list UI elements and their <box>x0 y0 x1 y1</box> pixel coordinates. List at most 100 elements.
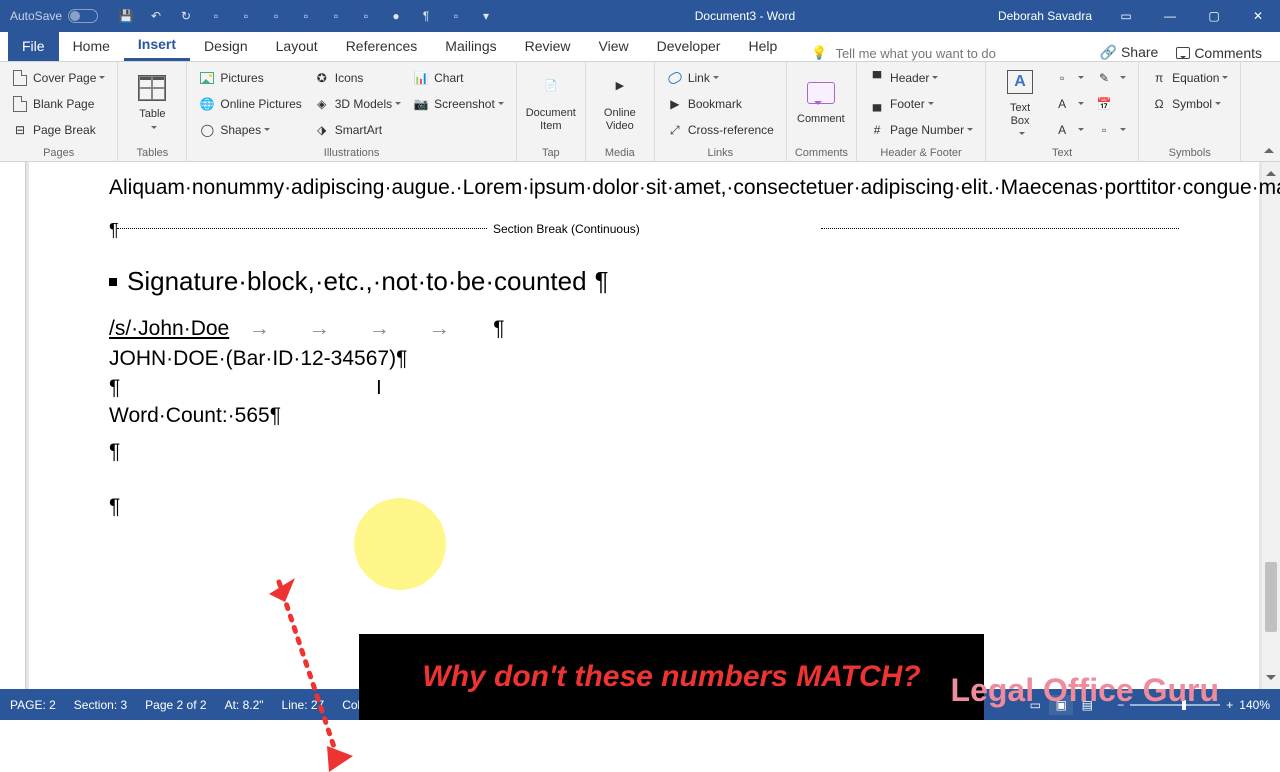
tab-insert[interactable]: Insert <box>124 31 190 61</box>
lightbulb-icon: 💡 <box>811 45 827 61</box>
qat-icon[interactable]: ¶ <box>418 8 434 24</box>
cover-page-button[interactable]: Cover Page <box>8 66 109 90</box>
status-section[interactable]: Section: 3 <box>74 698 127 712</box>
icons-button[interactable]: ✪Icons <box>310 66 405 90</box>
scroll-thumb[interactable] <box>1265 562 1277 632</box>
page-number-button[interactable]: #Page Number <box>865 118 977 142</box>
chart-button[interactable]: 📊Chart <box>409 66 508 90</box>
scroll-down-icon[interactable] <box>1266 675 1276 685</box>
tab-mailings[interactable]: Mailings <box>431 31 510 61</box>
group-label: Text <box>994 145 1130 159</box>
section-break: ¶ Section Break (Continuous) <box>109 222 1179 242</box>
share-button[interactable]: 🔗 Share <box>1100 44 1159 61</box>
user-name[interactable]: Deborah Savadra <box>986 9 1104 23</box>
titlebar: AutoSave 💾 ↶ ↻ ▫ ▫ ▫ ▫ ▫ ▫ ● ¶ ▫ ▾ Docum… <box>0 0 1280 32</box>
signature-line: /s/·John·Doe → → → → ¶ <box>109 317 1179 341</box>
open-icon[interactable]: ▫ <box>238 8 254 24</box>
autosave[interactable]: AutoSave <box>0 9 108 23</box>
status-page-of[interactable]: Page 2 of 2 <box>145 698 206 712</box>
comments-button[interactable]: Comments <box>1176 45 1262 61</box>
cross-reference-button[interactable]: ⤢Cross-reference <box>663 118 778 142</box>
drop-cap-button[interactable]: A <box>1050 118 1088 142</box>
qat-icon[interactable]: ▫ <box>448 8 464 24</box>
tab-design[interactable]: Design <box>190 31 262 61</box>
ribbon-options-icon[interactable]: ▭ <box>1104 0 1148 32</box>
group-label: Pages <box>8 145 109 159</box>
signature-line-button[interactable]: ✎ <box>1092 66 1130 90</box>
shapes-button[interactable]: ◯Shapes <box>195 118 305 142</box>
annotation-banner: Why don't these numbers MATCH? <box>359 634 984 720</box>
word-count-line: Word·Count:·565¶ <box>109 402 1179 430</box>
empty-para: ¶ <box>109 438 1179 466</box>
tab-view[interactable]: View <box>585 31 643 61</box>
bookmark-button[interactable]: ▶Bookmark <box>663 92 778 116</box>
models-button[interactable]: ◈3D Models <box>310 92 405 116</box>
page-break-button[interactable]: ⊟Page Break <box>8 118 109 142</box>
zoom-in-icon[interactable]: + <box>1226 698 1233 712</box>
tell-me-search[interactable]: 💡 Tell me what you want to do <box>791 45 1099 61</box>
undo-icon[interactable]: ↶ <box>148 8 164 24</box>
quick-parts-button[interactable]: ▫ <box>1050 66 1088 90</box>
autosave-toggle[interactable] <box>68 9 98 23</box>
qat-icon[interactable]: ● <box>388 8 404 24</box>
heading: Signature·block,·etc.,·not·to·be·counted… <box>109 266 1179 297</box>
group-label: Comments <box>795 145 848 159</box>
online-pictures-button[interactable]: 🌐Online Pictures <box>195 92 305 116</box>
zoom-level[interactable]: 140% <box>1239 698 1270 712</box>
scroll-up-icon[interactable] <box>1266 166 1276 176</box>
document-area: Aliquam·nonummy·adipiscing·augue.·Lorem·… <box>0 162 1280 689</box>
ribbon: Cover Page Blank Page ⊟Page Break Pages … <box>0 62 1280 162</box>
status-at[interactable]: At: 8.2" <box>225 698 264 712</box>
group-label: Tap <box>525 145 577 159</box>
tab-file[interactable]: File <box>8 31 59 61</box>
tab-layout[interactable]: Layout <box>262 31 332 61</box>
collapse-ribbon-icon[interactable] <box>1264 143 1274 153</box>
save-icon[interactable]: 💾 <box>118 8 134 24</box>
redo-icon[interactable]: ↻ <box>178 8 194 24</box>
vertical-scrollbar[interactable] <box>1262 162 1280 689</box>
header-button[interactable]: ▀Header <box>865 66 977 90</box>
pictures-button[interactable]: Pictures <box>195 66 305 90</box>
document-title: Document3 - Word <box>504 9 986 23</box>
text-box-button[interactable]: AText Box <box>994 66 1046 138</box>
comment-button[interactable]: Comment <box>795 66 847 138</box>
tab-developer[interactable]: Developer <box>643 31 735 61</box>
group-label: Illustrations <box>195 145 507 159</box>
tab-home[interactable]: Home <box>59 31 124 61</box>
equation-button[interactable]: πEquation <box>1147 66 1232 90</box>
group-label: Symbols <box>1147 145 1232 159</box>
footer-button[interactable]: ▄Footer <box>865 92 977 116</box>
group-label: Tables <box>126 145 178 159</box>
close-icon[interactable]: ✕ <box>1236 0 1280 32</box>
qat-icon[interactable]: ▫ <box>268 8 284 24</box>
body-paragraph: Aliquam·nonummy·adipiscing·augue.·Lorem·… <box>109 174 1179 202</box>
group-label: Header & Footer <box>865 145 977 159</box>
quick-access-toolbar: 💾 ↶ ↻ ▫ ▫ ▫ ▫ ▫ ▫ ● ¶ ▫ ▾ <box>108 8 504 24</box>
empty-para: ¶ <box>109 493 1179 521</box>
empty-para: ¶ I <box>109 374 1179 402</box>
minimize-icon[interactable]: — <box>1148 0 1192 32</box>
wordart-button[interactable]: A <box>1050 92 1088 116</box>
online-video-button[interactable]: ▶Online Video <box>594 66 646 138</box>
smartart-button[interactable]: ⬗SmartArt <box>310 118 405 142</box>
qat-icon[interactable]: ▫ <box>328 8 344 24</box>
maximize-icon[interactable]: ▢ <box>1192 0 1236 32</box>
status-page[interactable]: PAGE: 2 <box>10 698 56 712</box>
qat-icon[interactable]: ▫ <box>358 8 374 24</box>
tab-references[interactable]: References <box>332 31 432 61</box>
qat-icon[interactable]: ▫ <box>298 8 314 24</box>
object-button[interactable]: ▫ <box>1092 118 1130 142</box>
screenshot-button[interactable]: 📷Screenshot <box>409 92 508 116</box>
tab-review[interactable]: Review <box>511 31 585 61</box>
page-canvas[interactable]: Aliquam·nonummy·adipiscing·augue.·Lorem·… <box>29 162 1259 689</box>
symbol-button[interactable]: ΩSymbol <box>1147 92 1232 116</box>
table-button[interactable]: Table <box>126 66 178 138</box>
tab-help[interactable]: Help <box>734 31 791 61</box>
new-icon[interactable]: ▫ <box>208 8 224 24</box>
blank-page-button[interactable]: Blank Page <box>8 92 109 116</box>
document-item-button[interactable]: 📄Document Item <box>525 66 577 138</box>
link-button[interactable]: Link <box>663 66 778 90</box>
date-time-button[interactable]: 📅 <box>1092 92 1130 116</box>
bar-id-line: JOHN·DOE·(Bar·ID·12-34567)¶ <box>109 345 1179 373</box>
qat-dropdown-icon[interactable]: ▾ <box>478 8 494 24</box>
